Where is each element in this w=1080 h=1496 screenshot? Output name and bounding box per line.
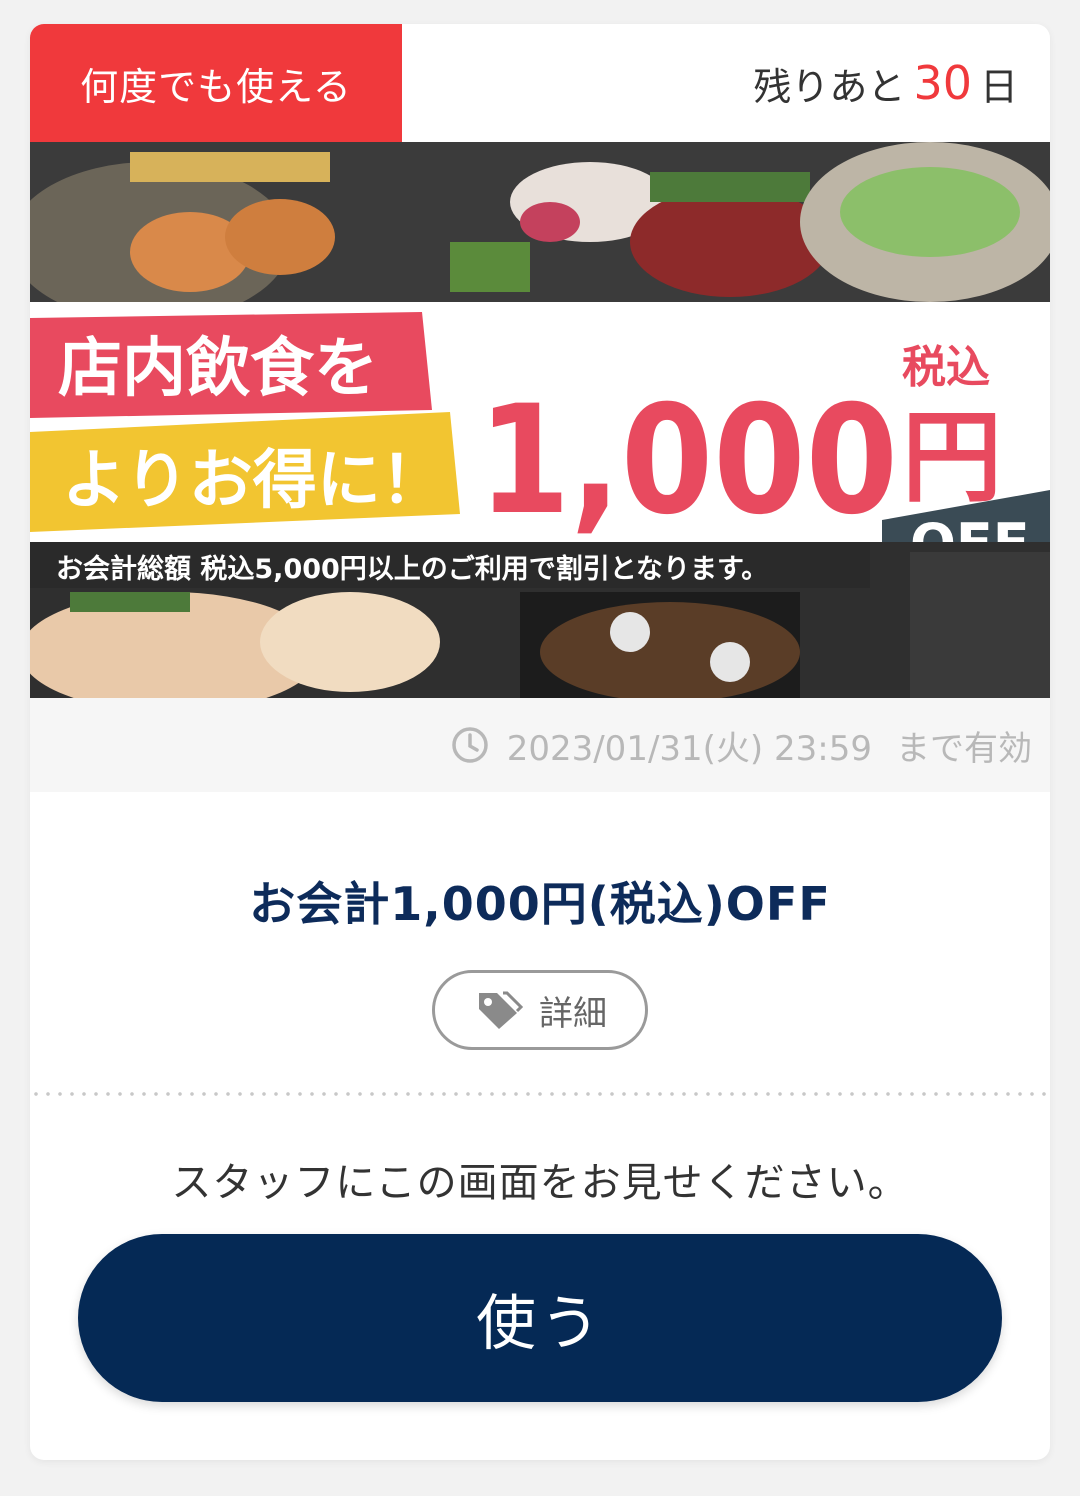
use-button[interactable]: 使う xyxy=(78,1234,1002,1402)
tag-icon xyxy=(479,991,523,1029)
coupon-banner-image: 店内飲食を よりお得に！ 1,000 税込 円 OFF お会計総額 税込5,00… xyxy=(30,142,1050,698)
clock-icon xyxy=(451,727,488,763)
remaining-prefix: 残りあと xyxy=(753,64,906,109)
detail-label: 詳細 xyxy=(539,993,607,1034)
remaining-suffix: 日 xyxy=(979,64,1018,109)
remaining-days: 残りあと 30 日 xyxy=(753,24,1018,142)
coupon-card: 何度でも使える 残りあと 30 日 店内飲食を よりお得に！ 1,000 税込 … xyxy=(30,24,1050,1460)
banner-tax-label: 税込 xyxy=(902,342,990,393)
coupon-title: お会計1,000円(税込)OFF xyxy=(249,877,831,931)
banner-headline-line2: よりお得に！ xyxy=(62,444,445,518)
banner-graphic: 店内飲食を よりお得に！ 1,000 税込 円 OFF お会計総額 税込5,00… xyxy=(30,142,1050,698)
banner-yen: 円 xyxy=(902,399,1002,516)
banner-amount: 1,000 xyxy=(478,374,898,548)
banner-headline-line1: 店内飲食を xyxy=(58,332,378,406)
staff-instruction: スタッフにこの画面をお見せください。 xyxy=(171,1160,909,1206)
validity-row: 2023/01/31(火) 23:59 まで有効 xyxy=(30,698,1050,792)
dotted-divider xyxy=(30,1092,1050,1096)
remaining-days-count: 30 xyxy=(913,56,972,110)
reusable-badge: 何度でも使える xyxy=(30,24,402,142)
coupon-header: 何度でも使える 残りあと 30 日 xyxy=(30,24,1050,142)
validity-suffix: まで有効 xyxy=(896,728,1032,769)
detail-wrapper: 詳細 xyxy=(30,970,1050,1050)
banner-note: お会計総額 税込5,000円以上のご利用で割引となります。 xyxy=(56,553,768,585)
validity-datetime: 2023/01/31(火) 23:59 xyxy=(506,728,872,769)
detail-button[interactable]: 詳細 xyxy=(432,970,648,1050)
